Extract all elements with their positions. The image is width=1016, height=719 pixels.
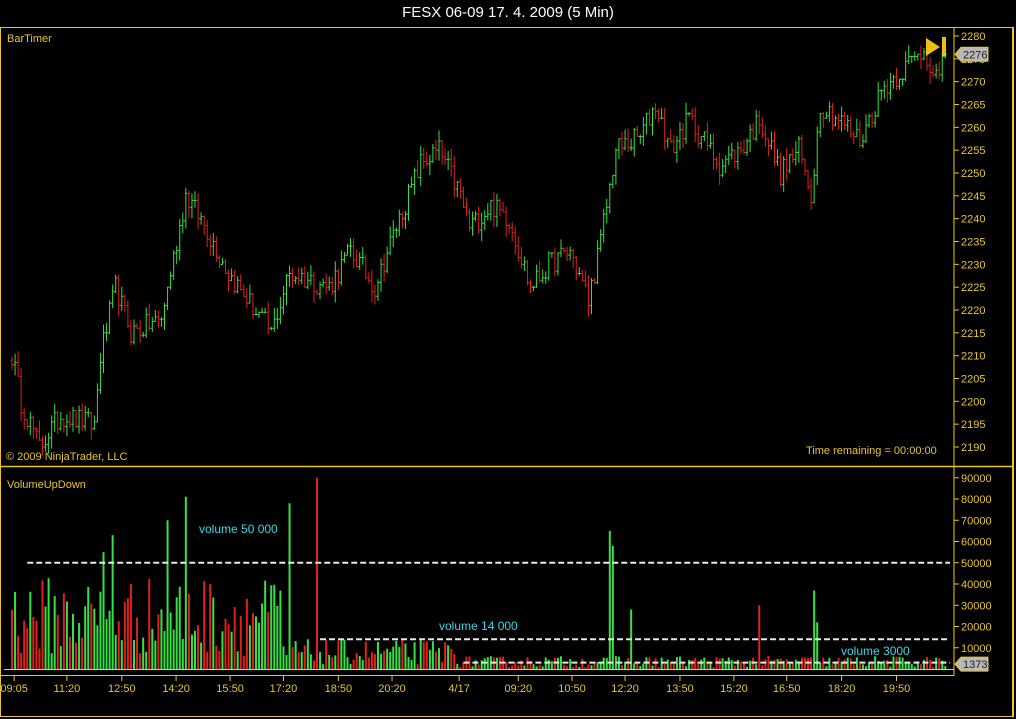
time-tick-label: 14:20 <box>162 683 190 695</box>
price-tick-label: 2225 <box>961 282 985 294</box>
volume-indicator-label: VolumeUpDown <box>7 479 86 491</box>
volume-tick-label: 30000 <box>961 600 992 612</box>
volume-annotation-14000: volume 14 000 <box>439 619 518 633</box>
last-volume-label: 1373 <box>963 659 987 671</box>
time-tick-label: 17:20 <box>270 683 298 695</box>
volume-tick-label: 80000 <box>961 494 992 506</box>
time-tick-label: 19:50 <box>883 683 911 695</box>
price-tick-label: 2205 <box>961 374 985 386</box>
time-tick-label: 18:50 <box>325 683 353 695</box>
price-tick-label: 2260 <box>961 122 985 134</box>
time-tick-label: 15:50 <box>216 683 244 695</box>
time-tick-label: 13:50 <box>666 683 694 695</box>
volume-tick-label: 60000 <box>961 537 992 549</box>
price-tick-label: 2255 <box>961 145 985 157</box>
price-tick-label: 2235 <box>961 237 985 249</box>
volume-tick-label: 50000 <box>961 558 992 570</box>
volume-tick-label: 40000 <box>961 579 992 591</box>
price-tick-label: 2190 <box>961 442 985 454</box>
volume-annotation-50000: volume 50 000 <box>199 522 278 536</box>
time-tick-label: 09:20 <box>505 683 533 695</box>
price-tick-label: 2280 <box>961 31 985 43</box>
price-tick-label: 2215 <box>961 328 985 340</box>
time-tick-label: 10:50 <box>558 683 586 695</box>
price-tick-label: 2195 <box>961 419 985 431</box>
volume-tick-label: 70000 <box>961 515 992 527</box>
time-tick-label: 4/17 <box>448 683 469 695</box>
bartimer-label: BarTimer <box>7 33 52 45</box>
price-tick-label: 2240 <box>961 214 985 226</box>
last-price-label: 2276 <box>963 49 987 61</box>
price-tick-label: 2230 <box>961 259 985 271</box>
time-tick-label: 09:05 <box>0 683 28 695</box>
play-marker-icon <box>926 38 940 56</box>
copyright-label: © 2009 NinjaTrader, LLC <box>6 451 128 463</box>
price-tick-label: 2245 <box>961 191 985 203</box>
volume-tick-label: 90000 <box>961 473 992 485</box>
time-tick-label: 20:20 <box>378 683 406 695</box>
volume-tick-label: 10000 <box>961 643 992 655</box>
chart-canvas[interactable]: 2190 2195 2200 2205 2210 2215 2220 2225 2230 2235… <box>0 0 1016 719</box>
time-tick-label: 11:20 <box>54 683 81 695</box>
time-tick-label: 15:20 <box>720 683 748 695</box>
time-tick-label: 12:50 <box>108 683 136 695</box>
price-tick-label: 2220 <box>961 305 985 317</box>
time-tick-label: 18:20 <box>828 683 856 695</box>
time-remaining-label: Time remaining = 00:00:00 <box>806 445 937 457</box>
price-tick-label: 2270 <box>961 77 985 89</box>
time-tick-label: 16:50 <box>773 683 801 695</box>
time-tick-label: 12:20 <box>611 683 639 695</box>
volume-tick-label: 20000 <box>961 622 992 634</box>
price-tick-label: 2250 <box>961 168 985 180</box>
price-tick-label: 2210 <box>961 351 985 363</box>
volume-annotation-3000: volume 3000 <box>841 644 910 658</box>
price-tick-label: 2200 <box>961 396 985 408</box>
price-tick-label: 2265 <box>961 100 985 112</box>
end-marker-icon <box>942 37 946 56</box>
